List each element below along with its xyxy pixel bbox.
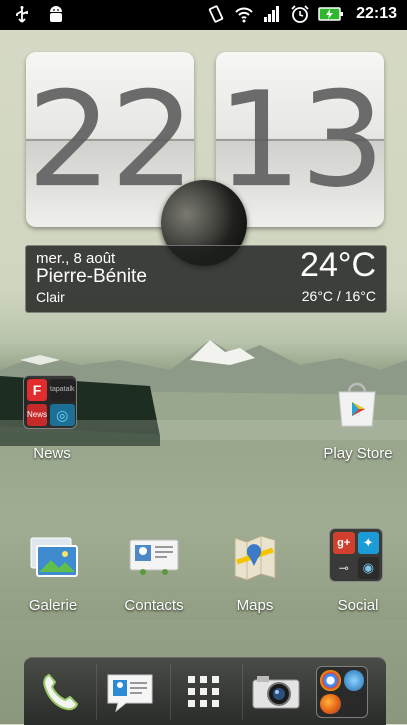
gallery-app[interactable] <box>25 532 81 587</box>
phone-icon <box>43 673 79 711</box>
news-app-icon: News <box>27 404 48 426</box>
firefox-icon <box>320 693 341 714</box>
browser-folder-button[interactable] <box>314 664 370 720</box>
wifi-icon <box>234 4 254 24</box>
contacts-icon <box>129 539 179 575</box>
contacts-app[interactable] <box>126 532 182 587</box>
battery-charging-icon <box>318 4 344 24</box>
android-debug-icon <box>46 5 66 25</box>
google-plus-icon: g+ <box>333 532 355 554</box>
usb-icon <box>12 5 32 25</box>
twitter-icon: ✦ <box>357 532 379 554</box>
galerie-label: Galerie <box>28 597 78 614</box>
maps-label: Maps <box>236 597 274 614</box>
weather-range: 26°C / 16°C <box>301 288 376 304</box>
maps-app[interactable] <box>227 532 283 587</box>
maps-icon <box>234 535 276 581</box>
weather-widget[interactable]: mer., 8 août Pierre-Bénite Clair 24°C 26… <box>25 245 387 313</box>
empty-slot <box>344 694 365 715</box>
social-label: Social <box>337 597 379 614</box>
weather-city: Pierre-Bénite <box>36 266 147 287</box>
weather-condition: Clair <box>36 289 65 305</box>
app-drawer-icon <box>188 676 219 707</box>
camera-button[interactable] <box>246 664 306 720</box>
messages-icon <box>107 674 153 713</box>
chrome-icon <box>320 670 341 691</box>
weather-temperature: 24°C <box>300 246 376 284</box>
news-folder-icon: F tapatalk News ◎ <box>23 375 77 429</box>
camera-icon <box>252 676 300 709</box>
messages-button[interactable] <box>100 664 160 720</box>
alarm-icon <box>290 4 310 24</box>
signal-icon <box>262 4 282 24</box>
contacts-label: Contacts <box>124 597 184 614</box>
phone-button[interactable] <box>30 664 90 720</box>
play-store-icon <box>338 382 376 427</box>
circle-app-icon: ◎ <box>50 404 75 426</box>
social-folder[interactable]: g+ ✦ ⊸ ◉ <box>329 528 385 582</box>
browser-folder-icon <box>316 666 368 718</box>
app-drawer-button[interactable] <box>174 664 234 720</box>
tapatalk-icon: tapatalk <box>50 379 75 401</box>
rotate-icon <box>206 4 226 24</box>
steam-icon: ⊸ <box>333 557 355 579</box>
globe-icon <box>343 670 364 691</box>
weather-date: mer., 8 août <box>36 250 116 267</box>
play-store-app[interactable] <box>329 376 385 437</box>
status-time: 22:13 <box>356 5 397 22</box>
chat-app-icon: ◉ <box>357 557 379 579</box>
play-store-label: Play Store <box>323 445 393 462</box>
news-label: News <box>33 445 71 462</box>
news-folder[interactable]: F tapatalk News ◎ <box>23 375 81 429</box>
flipboard-icon: F <box>27 379 48 401</box>
status-bar: 22:13 <box>0 0 407 30</box>
gallery-icon <box>30 537 78 577</box>
dock <box>24 657 386 725</box>
social-folder-icon: g+ ✦ ⊸ ◉ <box>329 528 383 582</box>
